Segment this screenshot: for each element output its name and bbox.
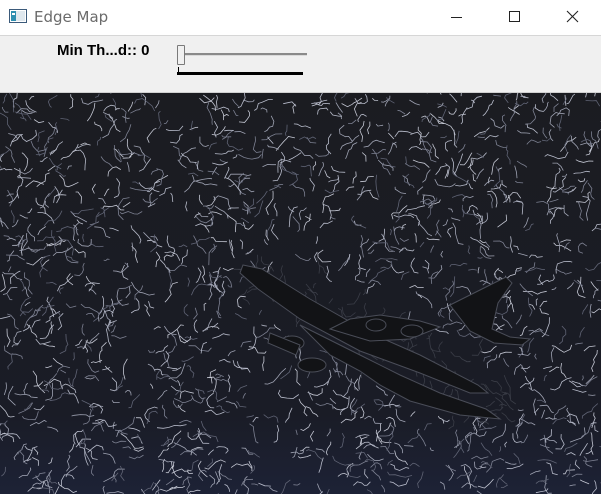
edge-map-canvas <box>0 93 601 494</box>
maximize-button[interactable] <box>485 0 543 34</box>
minimize-icon <box>451 17 462 18</box>
slider-focus-underline <box>177 72 303 75</box>
trackbar-panel: Min Th...d:: 0 <box>0 36 601 93</box>
window-title: Edge Map <box>34 8 109 26</box>
slider-thumb[interactable] <box>177 45 185 65</box>
slider-track[interactable] <box>179 53 307 56</box>
trackbar-label: Min Th...d:: 0 <box>57 42 150 59</box>
maximize-icon <box>509 11 520 22</box>
app-icon <box>9 9 27 23</box>
edge-map-image <box>0 93 601 494</box>
minimize-button[interactable] <box>427 0 485 34</box>
app-window: Edge Map Min Th...d:: 0 <box>0 0 601 494</box>
close-button[interactable] <box>543 0 601 34</box>
title-bar[interactable]: Edge Map <box>0 0 601 36</box>
min-threshold-slider[interactable] <box>173 41 313 81</box>
close-icon <box>566 10 579 23</box>
